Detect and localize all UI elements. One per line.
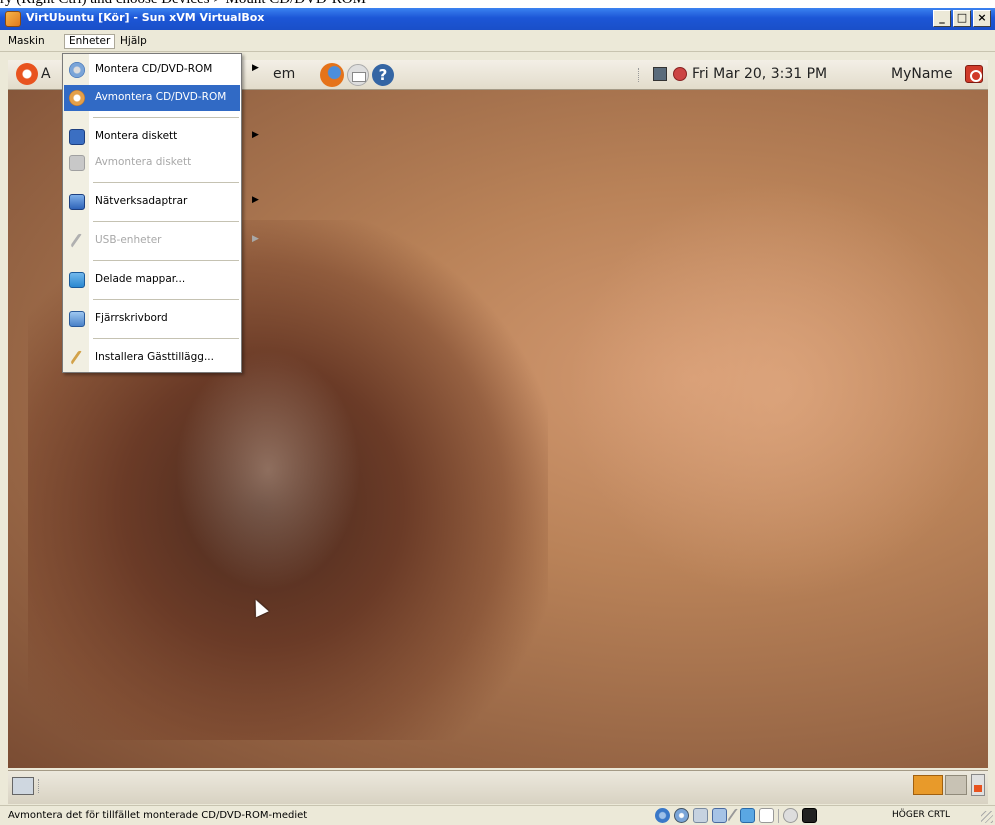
menu-enheter[interactable]: Enheter — [64, 34, 116, 49]
menu-item-mount-cd[interactable]: Montera CD/DVD-ROM ▶ — [64, 57, 259, 83]
background-page-text-strip: ry (Right Ctrl) and choose Devices > Mou… — [0, 0, 995, 8]
status-message: Avmontera det för tillfället monterade C… — [8, 810, 308, 821]
trash-icon[interactable] — [971, 774, 985, 796]
user-menu[interactable]: MyName — [891, 66, 953, 82]
devices-dropdown-menu: Montera CD/DVD-ROM ▶ Avmontera CD/DVD-RO… — [62, 53, 259, 373]
menu-item-network-adapters[interactable]: Nätverksadaptrar ▶ — [64, 189, 259, 215]
menu-separator — [93, 260, 239, 261]
menu-item-label: Avmontera CD/DVD-ROM — [95, 91, 227, 103]
guest-additions-icon — [69, 349, 85, 367]
submenu-arrow-icon: ▶ — [252, 234, 259, 244]
usb-status-icon[interactable] — [727, 807, 740, 824]
menu-item-label: Installera Gästtillägg... — [95, 351, 214, 363]
usb-icon — [69, 232, 85, 250]
menu-item-label: Delade mappar... — [95, 273, 186, 285]
cd-mount-icon — [69, 62, 85, 78]
window-title-bar[interactable]: VirtUbuntu [Kör] - Sun xVM VirtualBox _ … — [0, 8, 995, 30]
resize-grip-icon[interactable] — [981, 811, 993, 823]
volume-icon[interactable] — [673, 67, 687, 81]
menu-item-label: USB-enheter — [95, 234, 162, 246]
device-status-icons — [655, 807, 817, 824]
keyboard-capture-icon[interactable] — [802, 808, 817, 823]
cd-unmount-icon — [69, 90, 85, 106]
shared-folder-icon — [69, 272, 85, 288]
menu-separator — [93, 182, 239, 183]
system-menu-partial[interactable]: em — [273, 66, 295, 82]
remote-desktop-status-icon[interactable] — [759, 808, 774, 823]
workspace-1[interactable] — [913, 775, 943, 795]
network-status-icon[interactable] — [712, 808, 727, 823]
menu-item-shared-folders[interactable]: Delade mappar... — [64, 267, 240, 293]
menu-item-label: Avmontera diskett — [95, 156, 192, 168]
status-bar: Avmontera det för tillfället monterade C… — [0, 805, 995, 825]
floppy-icon — [69, 129, 85, 145]
power-icon[interactable] — [965, 65, 983, 83]
host-key-label: HÖGER CRTL — [892, 810, 951, 820]
menu-separator — [93, 299, 239, 300]
firefox-icon[interactable] — [320, 63, 344, 87]
show-desktop-icon[interactable] — [12, 777, 34, 795]
mail-icon[interactable] — [347, 64, 369, 86]
ubuntu-logo-icon[interactable] — [16, 63, 38, 85]
menu-item-label: Montera diskett — [95, 130, 178, 142]
panel-separator — [638, 68, 640, 82]
menu-separator — [93, 117, 239, 118]
status-separator — [778, 808, 779, 823]
maximize-button[interactable]: □ — [953, 10, 971, 27]
close-button[interactable]: × — [973, 10, 991, 27]
remote-desktop-icon — [69, 311, 85, 327]
menu-item-mount-floppy[interactable]: Montera diskett ▶ — [64, 124, 259, 150]
panel-separator — [38, 779, 40, 793]
menu-item-usb-devices: USB-enheter ▶ — [64, 228, 259, 254]
panel-clock[interactable]: Fri Mar 20, 3:31 PM — [692, 66, 827, 82]
guest-bottom-panel — [8, 770, 988, 804]
workspace-2[interactable] — [945, 775, 967, 795]
menu-item-label: Nätverksadaptrar — [95, 195, 188, 207]
menu-bar: Maskin Enheter Hjälp — [0, 30, 995, 52]
menu-item-label: Fjärrskrivbord — [95, 312, 168, 324]
shared-folders-status-icon[interactable] — [740, 808, 755, 823]
submenu-arrow-icon: ▶ — [252, 195, 259, 205]
submenu-arrow-icon: ▶ — [252, 63, 259, 73]
menu-maskin[interactable]: Maskin — [4, 34, 49, 49]
window-controls: _ □ × — [933, 10, 991, 27]
cd-status-icon[interactable] — [674, 808, 689, 823]
help-icon[interactable]: ? — [372, 64, 394, 86]
network-status-icon[interactable] — [653, 67, 667, 81]
floppy-status-icon[interactable] — [693, 808, 708, 823]
network-adapter-icon — [69, 194, 85, 210]
submenu-arrow-icon: ▶ — [252, 130, 259, 140]
menu-item-unmount-cd[interactable]: Avmontera CD/DVD-ROM — [64, 85, 240, 111]
menu-separator — [93, 221, 239, 222]
minimize-button[interactable]: _ — [933, 10, 951, 27]
background-page-text: ry (Right Ctrl) and choose Devices > Mou… — [0, 0, 366, 8]
menu-item-label: Montera CD/DVD-ROM — [95, 63, 213, 75]
menu-item-remote-desktop[interactable]: Fjärrskrivbord — [64, 306, 240, 332]
hard-disk-status-icon[interactable] — [655, 808, 670, 823]
menu-separator — [93, 338, 239, 339]
applications-menu-partial[interactable]: A — [41, 66, 51, 82]
menu-hjalp[interactable]: Hjälp — [116, 34, 151, 49]
virtualbox-app-icon[interactable] — [5, 11, 21, 27]
window-title: VirtUbuntu [Kör] - Sun xVM VirtualBox — [26, 11, 265, 24]
menu-item-install-guest-additions[interactable]: Installera Gästtillägg... — [64, 345, 240, 371]
mouse-integration-icon[interactable] — [783, 808, 798, 823]
floppy-unmount-icon — [69, 155, 85, 171]
menu-item-unmount-floppy: Avmontera diskett — [64, 150, 240, 176]
